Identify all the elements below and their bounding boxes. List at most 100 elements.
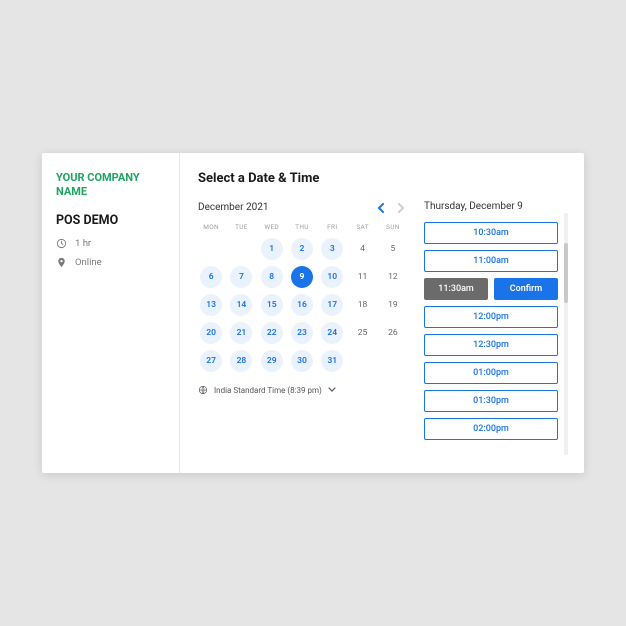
timezone-label: India Standard Time (8:39 pm) [214, 386, 322, 395]
calendar-day[interactable]: 21 [230, 322, 252, 344]
calendar-cell: 8 [259, 265, 285, 289]
calendar-day[interactable]: 22 [261, 322, 283, 344]
calendar-cell [228, 237, 254, 261]
calendar-day[interactable]: 29 [261, 350, 283, 372]
calendar-cell: 18 [349, 293, 375, 317]
scrollbar-thumb[interactable] [564, 243, 568, 303]
calendar-cell: 2 [289, 237, 315, 261]
calendar-cell: 5 [380, 237, 406, 261]
location-text: Online [75, 257, 102, 268]
dow-label: FRI [319, 223, 345, 231]
dow-label: SAT [349, 223, 375, 231]
calendar-day[interactable]: 23 [291, 322, 313, 344]
month-label: December 2021 [198, 202, 268, 213]
calendar-day[interactable]: 10 [321, 266, 343, 288]
calendar-day[interactable]: 15 [261, 294, 283, 316]
calendar-cell: 7 [228, 265, 254, 289]
main: Select a Date & Time December 2021 MON TU… [180, 153, 584, 473]
confirm-button[interactable]: Confirm [494, 278, 558, 300]
calendar-cell: 4 [349, 237, 375, 261]
calendar-cell: 31 [319, 349, 345, 373]
calendar-day: 25 [352, 322, 374, 344]
calendar-day[interactable]: 28 [230, 350, 252, 372]
dow-label: SUN [380, 223, 406, 231]
calendar-day[interactable]: 1 [261, 238, 283, 260]
calendar-day[interactable]: 9 [291, 266, 313, 288]
time-slot[interactable]: 10:30am [424, 222, 558, 244]
calendar-cell [349, 349, 375, 373]
time-slot[interactable]: 01:00pm [424, 362, 558, 384]
time-slot[interactable]: 01:30pm [424, 390, 558, 412]
calendar-day[interactable]: 16 [291, 294, 313, 316]
calendar-cell: 15 [259, 293, 285, 317]
chevron-left-icon [377, 203, 385, 213]
selected-time: 11:30am [424, 278, 488, 300]
calendar-day: 5 [382, 238, 404, 260]
calendar-day[interactable]: 13 [200, 294, 222, 316]
calendar-cell: 27 [198, 349, 224, 373]
duration-text: 1 hr [75, 238, 91, 249]
calendar-cell: 28 [228, 349, 254, 373]
calendar-cell: 6 [198, 265, 224, 289]
pin-icon [56, 257, 67, 268]
calendar-cell: 30 [289, 349, 315, 373]
chevron-down-icon [328, 387, 336, 393]
calendar-cell: 22 [259, 321, 285, 345]
calendar-cell: 9 [289, 265, 315, 289]
calendar-cell: 12 [380, 265, 406, 289]
dow-label: THU [289, 223, 315, 231]
calendar-cell: 29 [259, 349, 285, 373]
dow-label: WED [259, 223, 285, 231]
time-slot[interactable]: 12:30pm [424, 334, 558, 356]
selected-date-label: Thursday, December 9 [424, 201, 568, 212]
calendar-header: December 2021 [198, 202, 406, 213]
calendar-day[interactable]: 8 [261, 266, 283, 288]
calendar-cell: 11 [349, 265, 375, 289]
scrollbar[interactable] [564, 213, 568, 455]
calendar-cell: 25 [349, 321, 375, 345]
selected-slot-row: 11:30am Confirm [424, 278, 558, 300]
company-name: YOUR COMPANY NAME [56, 171, 165, 199]
calendar-cell: 3 [319, 237, 345, 261]
calendar-day[interactable]: 24 [321, 322, 343, 344]
day-of-week-header: MON TUE WED THU FRI SAT SUN [198, 223, 406, 231]
page-heading: Select a Date & Time [198, 171, 406, 186]
calendar-day[interactable]: 20 [200, 322, 222, 344]
calendar-day[interactable]: 7 [230, 266, 252, 288]
calendar-day[interactable]: 6 [200, 266, 222, 288]
calendar-cell: 23 [289, 321, 315, 345]
calendar-grid: 1234567891011121314151617181920212223242… [198, 237, 406, 373]
chevron-right-icon [397, 203, 405, 213]
globe-icon [198, 385, 208, 395]
calendar-cell: 16 [289, 293, 315, 317]
calendar-day[interactable]: 14 [230, 294, 252, 316]
calendar-day[interactable]: 31 [321, 350, 343, 372]
calendar-day[interactable]: 30 [291, 350, 313, 372]
location-row: Online [56, 257, 165, 268]
calendar-day: 26 [382, 322, 404, 344]
calendar-day: 11 [352, 266, 374, 288]
month-nav [376, 203, 406, 213]
calendar-day[interactable]: 3 [321, 238, 343, 260]
time-column: Thursday, December 9 10:30am 11:00am 11:30… [424, 171, 568, 459]
prev-month-button[interactable] [376, 203, 386, 213]
time-slot[interactable]: 11:00am [424, 250, 558, 272]
clock-icon [56, 238, 67, 249]
calendar-cell: 24 [319, 321, 345, 345]
timezone-selector[interactable]: India Standard Time (8:39 pm) [198, 385, 406, 395]
calendar-day[interactable]: 27 [200, 350, 222, 372]
calendar-day[interactable]: 2 [291, 238, 313, 260]
dow-label: TUE [228, 223, 254, 231]
time-slot[interactable]: 12:00pm [424, 306, 558, 328]
time-slot-list: 10:30am 11:00am 11:30am Confirm 12:00pm 12:30… [424, 222, 568, 440]
calendar-cell: 20 [198, 321, 224, 345]
dow-label: MON [198, 223, 224, 231]
duration-row: 1 hr [56, 238, 165, 249]
calendar-day[interactable]: 17 [321, 294, 343, 316]
calendar-day: 12 [382, 266, 404, 288]
event-title: POS DEMO [56, 213, 165, 228]
calendar-cell: 14 [228, 293, 254, 317]
time-slot[interactable]: 02:00pm [424, 418, 558, 440]
next-month-button[interactable] [396, 203, 406, 213]
calendar-day: 19 [382, 294, 404, 316]
